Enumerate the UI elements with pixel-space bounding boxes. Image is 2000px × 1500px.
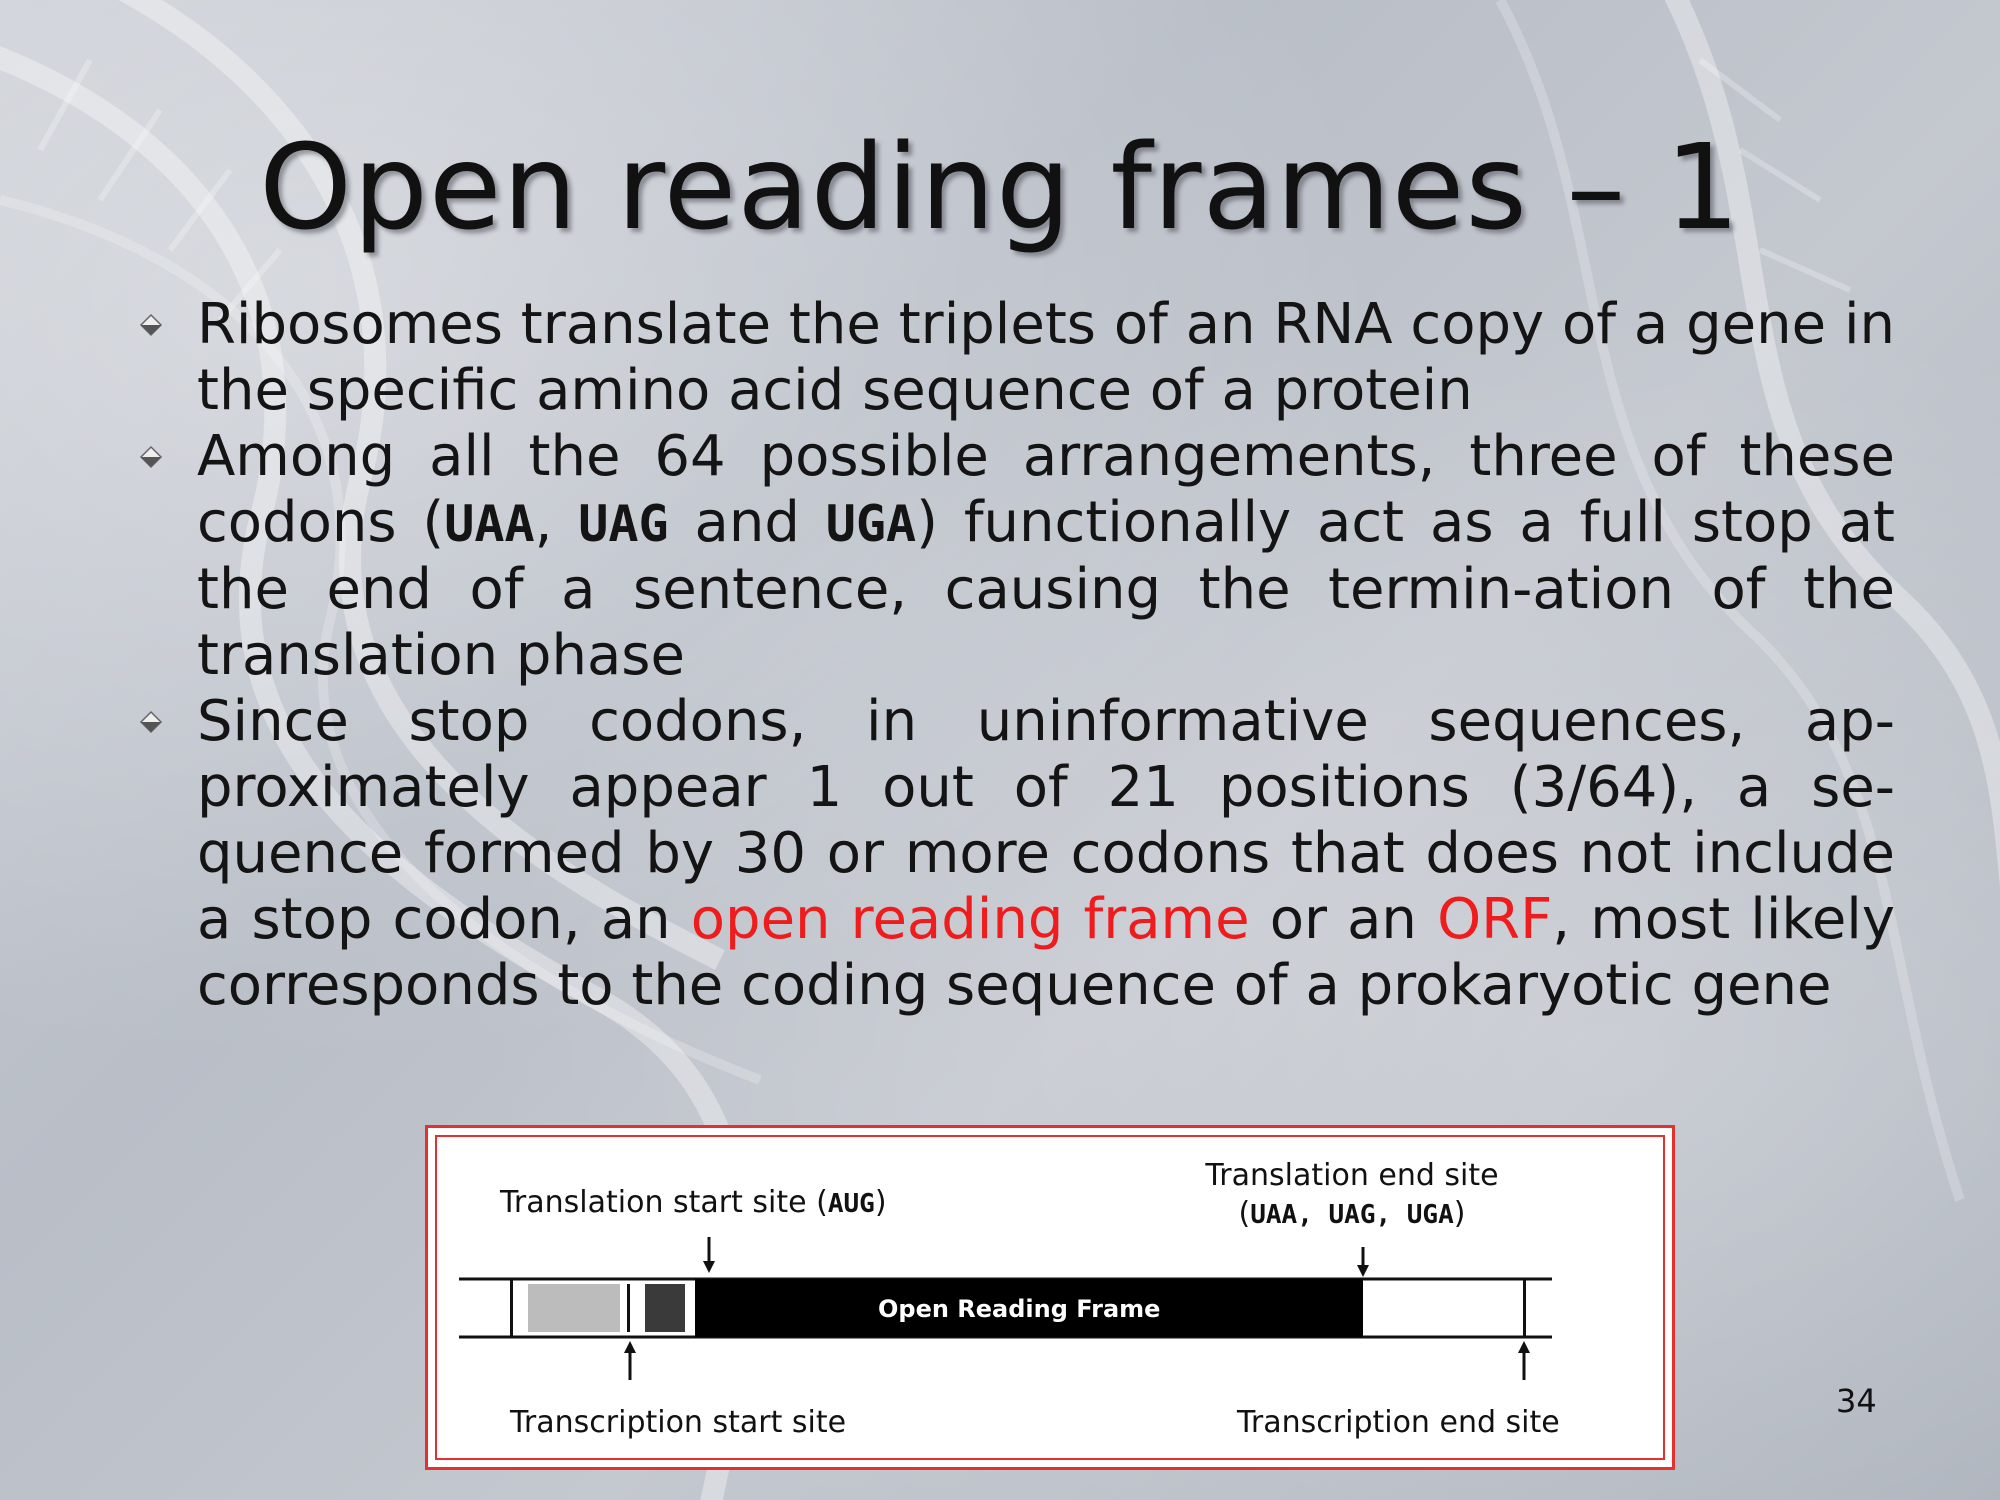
- slide-title: Open reading frames – 1: [259, 118, 1741, 256]
- page-number: 34: [1836, 1382, 1877, 1420]
- separator: ,: [534, 490, 579, 555]
- separator: and: [668, 490, 826, 555]
- bullet-item-ribosomes: Ribosomes translate the triplets of an R…: [135, 292, 1895, 424]
- figure-inner-border: Translation start site (AUG) Translation…: [435, 1135, 1665, 1460]
- arrow-up-icon: [1518, 1341, 1530, 1353]
- bullet-item-orf-definition: Since stop codons, in uninformative sequ…: [135, 689, 1895, 1019]
- transcription-start-label: Transcription start site: [510, 1405, 847, 1440]
- orf-label: Open Reading Frame: [878, 1295, 1161, 1323]
- diamond-bullet-icon: [139, 313, 163, 337]
- codon-uaa: UAA: [444, 495, 535, 553]
- diamond-bullet-icon: [139, 445, 163, 469]
- orf-diagram: Translation start site (AUG) Translation…: [425, 1125, 1675, 1470]
- diamond-bullet-icon: [139, 710, 163, 734]
- transcription-start-boundary: [510, 1279, 513, 1337]
- leader-block: [645, 1284, 685, 1332]
- arrow-down-icon: [703, 1261, 715, 1273]
- bullet-list: Ribosomes translate the triplets of an R…: [135, 292, 1895, 1019]
- bullet-text: or an: [1249, 887, 1438, 952]
- highlight-orf: ORF: [1437, 887, 1553, 952]
- five-prime-utr: [528, 1284, 620, 1332]
- arrow-down-icon: [1357, 1265, 1369, 1277]
- codon-uag: UAG: [578, 495, 669, 553]
- highlight-open-reading-frame: open reading frame: [690, 887, 1250, 952]
- arrow-up-icon: [624, 1341, 636, 1353]
- transcription-end-label: Transcription end site: [1237, 1405, 1560, 1440]
- bullet-text: Ribosomes translate the triplets of an R…: [197, 292, 1895, 423]
- codon-uga: UGA: [825, 495, 917, 553]
- utr-separator: [627, 1284, 630, 1332]
- transcription-end-boundary: [1523, 1279, 1526, 1337]
- bullet-item-stop-codons: Among all the 64 possible arrangements, …: [135, 424, 1895, 689]
